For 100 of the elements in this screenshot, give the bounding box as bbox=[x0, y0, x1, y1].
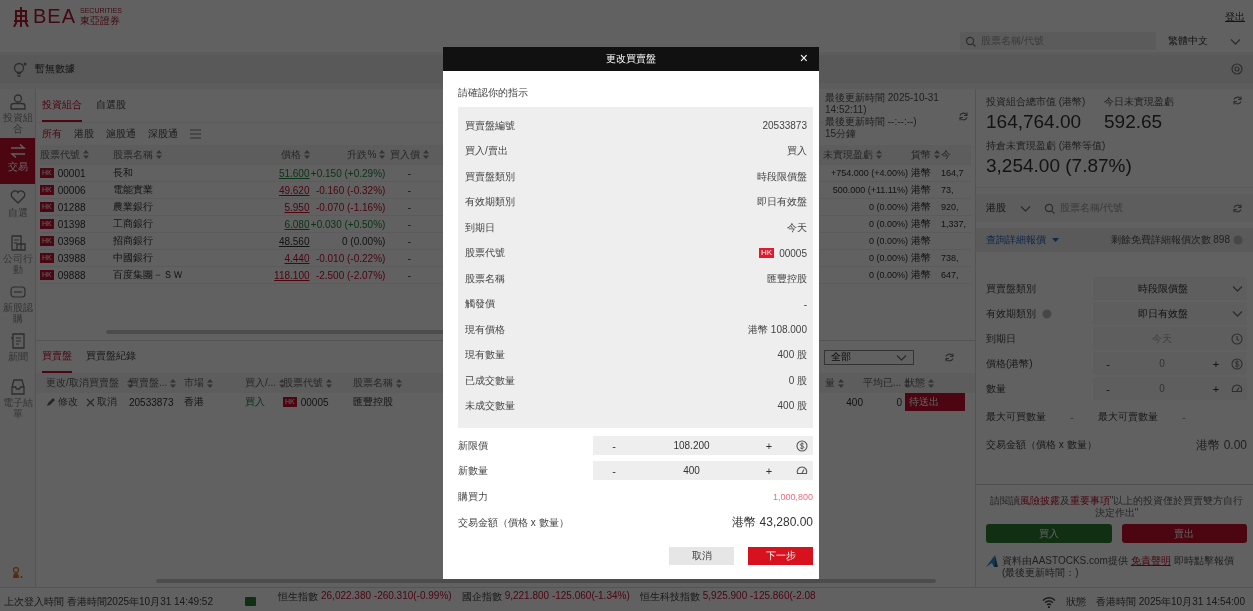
table-cell-text: 0 (0.00%) bbox=[868, 202, 910, 212]
amount-value: 港幣 43,280.00 bbox=[732, 514, 813, 531]
table-cell-text: - bbox=[406, 235, 412, 247]
field-label: 新限價 bbox=[458, 438, 489, 453]
table-cell-text: 長和 bbox=[112, 166, 134, 180]
table-cell-text: 0 (0.00%) bbox=[868, 219, 910, 229]
table-cell-text: 招商銀行 bbox=[112, 234, 154, 248]
table-cell-text: +0.150 (+0.29%) bbox=[309, 167, 387, 179]
table-cell-text: 0 (0.00%) bbox=[868, 270, 910, 280]
index-name: 恒生科技指數 bbox=[639, 590, 700, 604]
table-cell-text: 738, bbox=[941, 253, 960, 263]
buying-power-value: 1,000,800 bbox=[772, 492, 813, 502]
field-label: 最大可買數量 bbox=[986, 410, 1046, 424]
field-value: 今天 bbox=[787, 220, 807, 235]
table-cell: 00001 bbox=[57, 167, 86, 179]
field-value: - bbox=[803, 298, 807, 310]
field-value: - bbox=[1069, 411, 1075, 423]
table-cell-text: 香港 bbox=[184, 395, 205, 409]
table-cell-text: 164,7 bbox=[941, 168, 965, 178]
table-cell-text: +754.000 (+4.00%) bbox=[830, 168, 910, 178]
field-label: 買賣盤編號 bbox=[465, 118, 515, 133]
table-cell-text: 買入 bbox=[244, 395, 266, 409]
table-cell-text: 0 (0.00%) bbox=[868, 253, 910, 263]
field-label: 現有數量 bbox=[465, 348, 505, 363]
summary-value: 592.65 bbox=[1104, 111, 1164, 133]
field-value: 0 股 bbox=[788, 373, 807, 388]
table-cell-text: -2.500 (-2.07%) bbox=[314, 269, 387, 281]
field-label: 最大可賣數量 bbox=[1098, 410, 1158, 424]
field-label: 交易金額（價格 x 數量） bbox=[986, 438, 1097, 452]
summary-value: 164,764.00 bbox=[986, 111, 1083, 133]
logo-text: BEA bbox=[33, 5, 77, 28]
field-label: 買賣盤類別 bbox=[986, 281, 1037, 296]
table-cell-text: - bbox=[406, 269, 412, 281]
table-cell-text: 港幣 bbox=[911, 183, 933, 197]
field-label: 數量 bbox=[986, 381, 1007, 396]
field-label: 現有價格 bbox=[465, 322, 505, 337]
table-cell-text: 港幣 bbox=[911, 251, 933, 265]
table-cell-text: 20533873 bbox=[129, 396, 175, 408]
table-cell-text: 匯豐控股 bbox=[353, 395, 394, 409]
table-cell-text: - bbox=[406, 184, 412, 196]
table-cell-text: -0.160 (-0.32%) bbox=[314, 184, 387, 196]
index-name: 國企指數 bbox=[461, 590, 502, 604]
field-value: 400 股 bbox=[777, 348, 807, 363]
clock-text: 香港時間 2025年10月31 14:54:00 bbox=[1096, 595, 1245, 609]
field-label: 有效期類別 bbox=[465, 195, 515, 210]
table-cell-text: 1,337, bbox=[941, 219, 968, 229]
market-badge: HK bbox=[759, 248, 775, 259]
table-cell-text: 港幣 bbox=[911, 166, 933, 180]
field-label: 買入/賣出 bbox=[465, 144, 508, 159]
status-label: 狀態 bbox=[1066, 595, 1086, 609]
table-cell: 00005 bbox=[300, 396, 329, 408]
table-cell-text: 港幣 bbox=[911, 234, 933, 248]
table-cell-text: -0.070 (-1.16%) bbox=[314, 201, 387, 213]
table-cell-text: 港幣 bbox=[911, 268, 933, 282]
table-cell-text: 0 bbox=[895, 396, 903, 408]
notice-text: 暫無數據 bbox=[35, 62, 75, 76]
table-cell-text: -0.010 (-0.22%) bbox=[314, 252, 387, 264]
field-value: 匯豐控股 bbox=[767, 271, 807, 286]
logo-tagline: 東亞證券 bbox=[80, 15, 122, 26]
table-cell: 01398 bbox=[57, 218, 86, 230]
table-cell-text: - bbox=[406, 167, 412, 179]
table-cell-text: 647, bbox=[941, 270, 960, 280]
field-label: 股票名稱 bbox=[465, 271, 505, 286]
field-label: 未成交數量 bbox=[465, 399, 515, 414]
field-label: 價格(港幣) bbox=[986, 356, 1034, 371]
table-cell-text: - bbox=[406, 218, 412, 230]
field-label: 已成交數量 bbox=[465, 373, 515, 388]
field-value: - bbox=[1181, 411, 1187, 423]
table-cell-text: 電能實業 bbox=[112, 183, 154, 197]
table-cell-text: 0 (0.00%) bbox=[341, 235, 387, 247]
field-label: 購買力 bbox=[458, 490, 489, 504]
table-cell: 03988 bbox=[57, 252, 86, 264]
dialog-title: 更改買賣盤 bbox=[606, 52, 656, 66]
table-cell-text: 中國銀行 bbox=[112, 251, 154, 265]
field-value: 20533873 bbox=[762, 120, 807, 132]
table-cell-text: - bbox=[406, 252, 412, 264]
table-cell-text: 港幣 bbox=[911, 217, 933, 231]
table-cell-text: 500.000 (+11.11%) bbox=[831, 185, 910, 195]
field-label: 交易金額（價格 x 數量） bbox=[458, 515, 570, 530]
field-value: 00005 bbox=[779, 247, 807, 259]
table-cell-text: 港幣 bbox=[911, 200, 933, 214]
field-label: 觸發價 bbox=[465, 297, 495, 312]
field-label: 買賣盤類別 bbox=[465, 169, 515, 184]
field-value: 時段限價盤 bbox=[757, 169, 807, 184]
field-value: 即日有效盤 bbox=[757, 195, 807, 210]
table-cell-text: 百度集團－ＳＷ bbox=[112, 268, 184, 282]
table-cell: 00006 bbox=[57, 184, 86, 196]
index-value: 5,925.900 -125.860(-2.08 bbox=[702, 590, 816, 603]
field-value: 買入 bbox=[787, 144, 807, 159]
field-label: 有效期類別 bbox=[986, 306, 1036, 321]
field-value: 400 股 bbox=[777, 399, 807, 414]
field-label: 新數量 bbox=[458, 463, 489, 478]
summary-value: 3,254.00 (7.87%) bbox=[986, 155, 1133, 177]
table-cell-text: +0.030 (+0.50%) bbox=[309, 218, 387, 230]
index-value: 9,221.800 -125.060(-1.34%) bbox=[504, 590, 630, 603]
index-name: 恒生指數 bbox=[278, 590, 318, 604]
table-cell: 03968 bbox=[57, 235, 86, 247]
index-value: 26,022.380 -260.310(-0.99%) bbox=[321, 590, 452, 603]
table-cell: 09888 bbox=[57, 269, 86, 281]
field-label: 股票代號 bbox=[465, 246, 505, 261]
